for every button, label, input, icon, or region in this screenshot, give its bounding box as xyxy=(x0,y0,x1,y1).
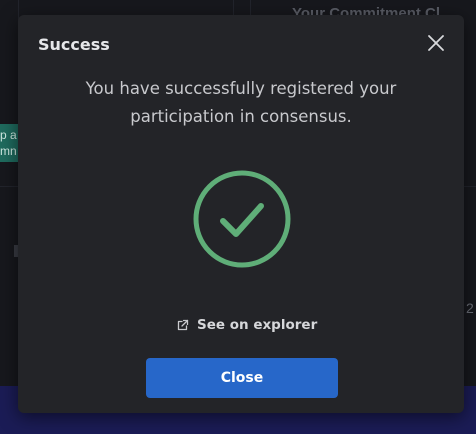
background-number: 2 xyxy=(466,300,474,316)
success-modal: Success You have successfully registered… xyxy=(18,15,464,413)
close-button[interactable]: Close xyxy=(146,358,338,398)
app-stage: Your Commitment Cl p a mn 2 Success You … xyxy=(0,0,476,434)
close-icon[interactable] xyxy=(426,33,446,53)
background-badge: p a mn xyxy=(0,124,19,162)
external-link-icon xyxy=(177,319,189,330)
background-badge-line: mn xyxy=(0,144,17,158)
modal-title: Success xyxy=(38,35,110,54)
see-on-explorer-link[interactable]: See on explorer xyxy=(176,315,317,335)
success-message: You have successfully registered your pa… xyxy=(85,79,397,126)
explorer-link-label: See on explorer xyxy=(197,317,318,333)
background-badge-line: p a xyxy=(0,128,17,142)
check-circle-icon xyxy=(191,168,293,270)
